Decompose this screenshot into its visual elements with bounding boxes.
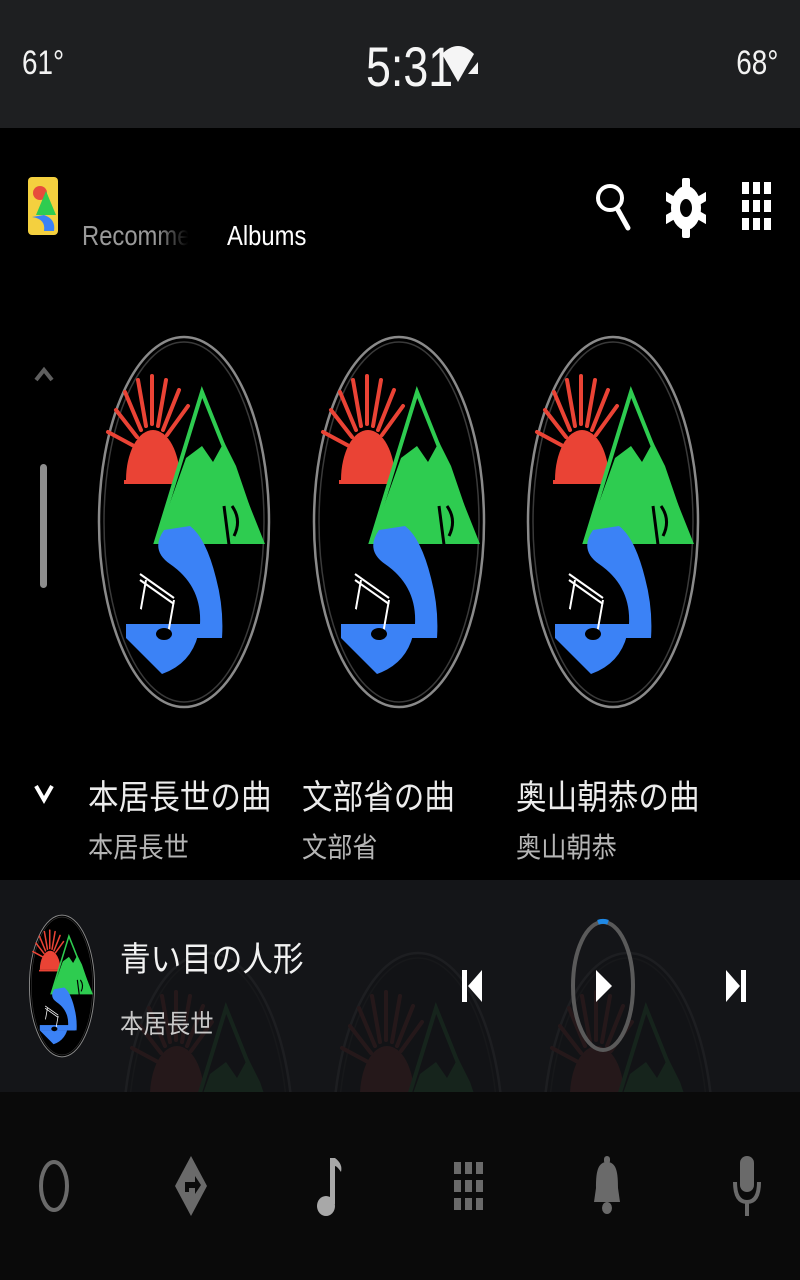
tab-recommended[interactable]: Recommended — [82, 220, 188, 252]
play-pause-button[interactable] — [568, 916, 638, 1056]
scroll-up-chevron-icon[interactable] — [30, 360, 58, 388]
now-playing-album-art[interactable] — [28, 914, 96, 1058]
app-grid-icon — [454, 1162, 483, 1210]
microphone-icon — [733, 1156, 761, 1216]
temperature-left[interactable]: 61° — [22, 44, 64, 83]
temperature-right[interactable]: 68° — [736, 44, 778, 83]
cell-signal-icon — [468, 62, 478, 74]
music-note-icon — [317, 1158, 342, 1216]
background-artwork — [121, 951, 715, 1092]
nav-notifications[interactable] — [557, 1092, 657, 1280]
album-cover-3[interactable] — [525, 334, 701, 710]
nav-music[interactable] — [278, 1092, 378, 1280]
album-title: 文部省の曲 — [302, 778, 455, 818]
home-icon — [39, 1160, 69, 1212]
scrollbar-thumb[interactable] — [40, 464, 47, 588]
album-artist: 文部省 — [302, 831, 378, 864]
nav-navigation[interactable] — [141, 1092, 241, 1280]
status-bar: 61° 5:31 68° — [0, 0, 800, 128]
skip-next-icon[interactable] — [720, 966, 752, 1006]
album-title: 奥山朝恭の曲 — [516, 778, 700, 818]
nav-voice[interactable] — [697, 1092, 797, 1280]
app-grid-icon[interactable] — [740, 178, 774, 234]
music-app-icon[interactable] — [28, 177, 58, 235]
album-card-3[interactable]: 奥山朝恭の曲 奥山朝恭 — [516, 770, 716, 870]
album-cover-1[interactable] — [96, 334, 272, 710]
tab-albums[interactable]: Albums — [227, 220, 306, 252]
album-cover-2[interactable] — [311, 334, 487, 710]
album-card-1[interactable]: 本居長世の曲 本居長世 — [88, 770, 288, 870]
gear-icon[interactable] — [666, 178, 706, 238]
nav-home[interactable] — [4, 1092, 104, 1280]
playback-progress — [597, 918, 609, 925]
play-icon — [596, 970, 612, 1002]
skip-previous-icon[interactable] — [456, 966, 488, 1006]
now-playing-bar[interactable]: 青い目の人形 本居長世 — [0, 880, 800, 1092]
album-card-2[interactable]: 文部省の曲 文部省 — [302, 770, 502, 870]
album-artist: 本居長世 — [88, 831, 189, 864]
scroll-down-chevron-icon[interactable] — [30, 778, 58, 810]
search-icon[interactable] — [594, 178, 634, 234]
system-nav-bar — [0, 1092, 800, 1280]
now-playing-title: 青い目の人形 — [120, 940, 304, 980]
navigation-icon — [175, 1156, 207, 1216]
album-artist: 奥山朝恭 — [516, 831, 617, 864]
album-title: 本居長世の曲 — [88, 778, 272, 818]
wifi-icon — [442, 46, 478, 82]
now-playing-artist: 本居長世 — [120, 1010, 214, 1040]
bell-icon — [594, 1156, 620, 1214]
nav-apps[interactable] — [418, 1092, 518, 1280]
